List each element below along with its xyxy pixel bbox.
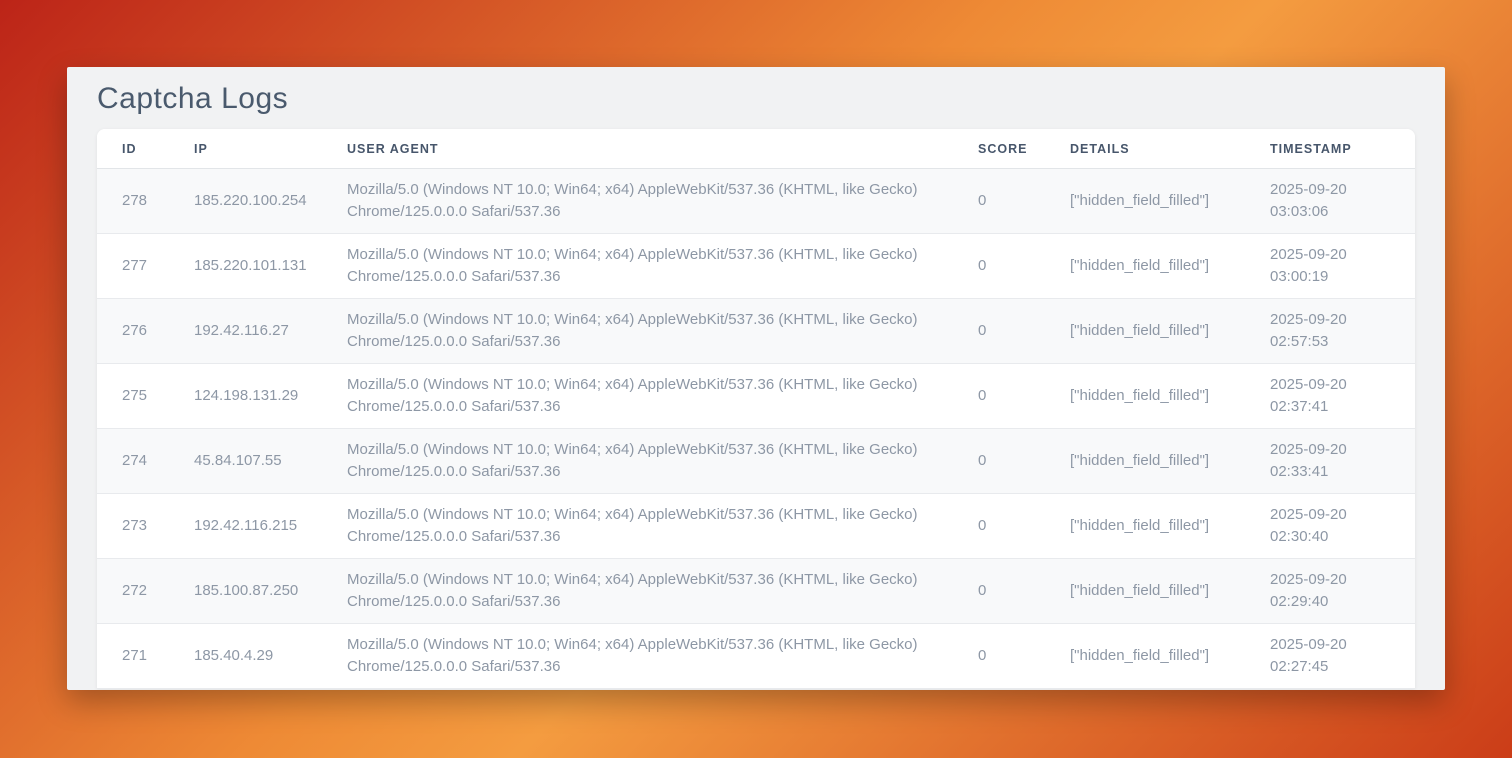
cell-timestamp: 2025-09-20 02:57:53 <box>1245 299 1415 364</box>
cell-user-agent: Mozilla/5.0 (Windows NT 10.0; Win64; x64… <box>322 234 953 299</box>
cell-id: 275 <box>97 364 169 429</box>
column-header-score: SCORE <box>953 129 1045 169</box>
table-row: 275 124.198.131.29 Mozilla/5.0 (Windows … <box>97 364 1415 429</box>
cell-user-agent: Mozilla/5.0 (Windows NT 10.0; Win64; x64… <box>322 364 953 429</box>
cell-details: ["hidden_field_filled"] <box>1045 364 1245 429</box>
table-row: 277 185.220.101.131 Mozilla/5.0 (Windows… <box>97 234 1415 299</box>
cell-user-agent: Mozilla/5.0 (Windows NT 10.0; Win64; x64… <box>322 494 953 559</box>
captcha-logs-table: ID IP USER AGENT SCORE DETAILS TIMESTAMP… <box>97 129 1415 689</box>
cell-details: ["hidden_field_filled"] <box>1045 624 1245 689</box>
page-title: Captcha Logs <box>67 67 1445 129</box>
cell-timestamp: 2025-09-20 03:00:19 <box>1245 234 1415 299</box>
table-row: 276 192.42.116.27 Mozilla/5.0 (Windows N… <box>97 299 1415 364</box>
table-row: 278 185.220.100.254 Mozilla/5.0 (Windows… <box>97 169 1415 234</box>
cell-id: 272 <box>97 559 169 624</box>
cell-ip: 185.220.100.254 <box>169 169 322 234</box>
cell-score: 0 <box>953 299 1045 364</box>
table-header: ID IP USER AGENT SCORE DETAILS TIMESTAMP <box>97 129 1415 169</box>
column-header-user-agent: USER AGENT <box>322 129 953 169</box>
cell-timestamp: 2025-09-20 02:37:41 <box>1245 364 1415 429</box>
column-header-id: ID <box>97 129 169 169</box>
cell-details: ["hidden_field_filled"] <box>1045 234 1245 299</box>
cell-score: 0 <box>953 494 1045 559</box>
cell-id: 274 <box>97 429 169 494</box>
cell-user-agent: Mozilla/5.0 (Windows NT 10.0; Win64; x64… <box>322 429 953 494</box>
column-header-details: DETAILS <box>1045 129 1245 169</box>
cell-timestamp: 2025-09-20 03:03:06 <box>1245 169 1415 234</box>
cell-score: 0 <box>953 364 1045 429</box>
cell-ip: 192.42.116.27 <box>169 299 322 364</box>
table-row: 274 45.84.107.55 Mozilla/5.0 (Windows NT… <box>97 429 1415 494</box>
cell-score: 0 <box>953 234 1045 299</box>
cell-id: 277 <box>97 234 169 299</box>
captcha-logs-table-container: ID IP USER AGENT SCORE DETAILS TIMESTAMP… <box>97 129 1415 689</box>
cell-ip: 185.220.101.131 <box>169 234 322 299</box>
cell-user-agent: Mozilla/5.0 (Windows NT 10.0; Win64; x64… <box>322 169 953 234</box>
table-row: 271 185.40.4.29 Mozilla/5.0 (Windows NT … <box>97 624 1415 689</box>
cell-id: 273 <box>97 494 169 559</box>
cell-score: 0 <box>953 429 1045 494</box>
cell-ip: 124.198.131.29 <box>169 364 322 429</box>
table-body: 278 185.220.100.254 Mozilla/5.0 (Windows… <box>97 169 1415 689</box>
table-row: 273 192.42.116.215 Mozilla/5.0 (Windows … <box>97 494 1415 559</box>
table-row: 272 185.100.87.250 Mozilla/5.0 (Windows … <box>97 559 1415 624</box>
cell-details: ["hidden_field_filled"] <box>1045 429 1245 494</box>
cell-score: 0 <box>953 624 1045 689</box>
cell-score: 0 <box>953 559 1045 624</box>
cell-id: 271 <box>97 624 169 689</box>
cell-timestamp: 2025-09-20 02:30:40 <box>1245 494 1415 559</box>
cell-ip: 185.100.87.250 <box>169 559 322 624</box>
cell-id: 276 <box>97 299 169 364</box>
cell-id: 278 <box>97 169 169 234</box>
column-header-ip: IP <box>169 129 322 169</box>
cell-details: ["hidden_field_filled"] <box>1045 494 1245 559</box>
cell-details: ["hidden_field_filled"] <box>1045 559 1245 624</box>
cell-ip: 45.84.107.55 <box>169 429 322 494</box>
cell-timestamp: 2025-09-20 02:27:45 <box>1245 624 1415 689</box>
cell-user-agent: Mozilla/5.0 (Windows NT 10.0; Win64; x64… <box>322 299 953 364</box>
cell-user-agent: Mozilla/5.0 (Windows NT 10.0; Win64; x64… <box>322 559 953 624</box>
cell-details: ["hidden_field_filled"] <box>1045 169 1245 234</box>
cell-ip: 192.42.116.215 <box>169 494 322 559</box>
column-header-timestamp: TIMESTAMP <box>1245 129 1415 169</box>
cell-score: 0 <box>953 169 1045 234</box>
cell-timestamp: 2025-09-20 02:29:40 <box>1245 559 1415 624</box>
cell-ip: 185.40.4.29 <box>169 624 322 689</box>
cell-timestamp: 2025-09-20 02:33:41 <box>1245 429 1415 494</box>
cell-user-agent: Mozilla/5.0 (Windows NT 10.0; Win64; x64… <box>322 624 953 689</box>
cell-details: ["hidden_field_filled"] <box>1045 299 1245 364</box>
captcha-logs-card: Captcha Logs ID IP USER AGENT SCORE DETA… <box>67 67 1445 690</box>
